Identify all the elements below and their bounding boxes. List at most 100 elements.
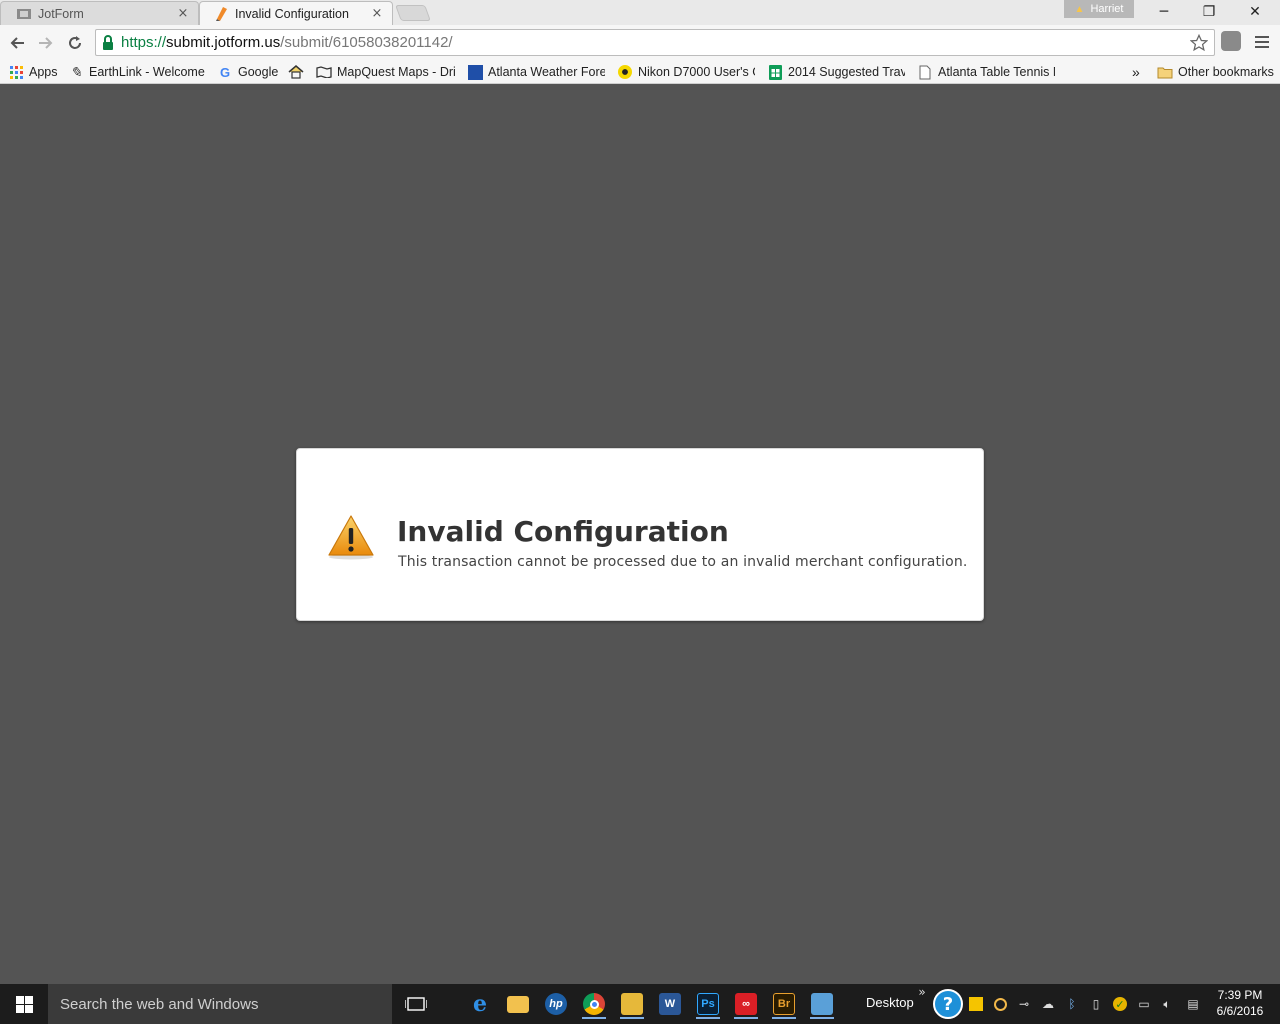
chrome-icon [583,993,605,1015]
help-icon: ? [933,989,963,1019]
error-title: Invalid Configuration [397,515,729,548]
chrome-menu-icon[interactable] [1252,33,1272,51]
desktop-toolbar-label[interactable]: Desktop [866,995,914,1010]
page-icon [917,64,933,80]
folder-icon [507,995,529,1013]
tray-notifications-icon[interactable]: ▤ [1184,994,1202,1014]
taskbar-search-box[interactable]: Search the web and Windows [48,984,392,1024]
page-content: Invalid Configuration This transaction c… [0,85,1280,984]
bookmark-label: Atlanta Table Tennis N [938,65,1055,79]
reload-button[interactable] [63,31,87,55]
bookmark-google[interactable]: G Google [217,63,278,81]
new-tab-button[interactable] [395,5,431,21]
close-window-button[interactable]: ✕ [1232,0,1278,24]
taskbar-edge[interactable]: e [465,989,495,1019]
mapquest-icon [316,64,332,80]
taskbar-file-explorer[interactable] [503,989,533,1019]
photo-app-icon [621,993,643,1015]
bookmark-label: Atlanta Weather Forec [488,65,605,79]
tray-usb-icon[interactable]: ▯ [1087,994,1105,1014]
running-indicator [696,1017,720,1019]
running-indicator [620,1017,644,1019]
bookmark-label: Google [238,65,279,79]
minimize-button[interactable]: ─ [1141,0,1187,24]
bookmarks-bar: Apps ✎ EarthLink - Welcome t G Google Ma… [0,60,1280,84]
jotform-favicon-icon [17,7,31,21]
taskbar-creative-cloud[interactable]: ∞ [731,989,761,1019]
taskbar-app-yellow[interactable] [617,989,647,1019]
tab-invalid-configuration[interactable]: Invalid Configuration × [199,1,393,25]
tab-jotform[interactable]: JotForm × [0,1,199,25]
back-button[interactable] [5,31,29,55]
error-message: This transaction cannot be processed due… [398,554,968,570]
start-button[interactable] [0,984,48,1024]
taskbar-word[interactable]: W [655,989,685,1019]
bookmark-mapquest[interactable]: MapQuest Maps - Dri [316,63,456,81]
taskbar-chrome[interactable] [579,989,609,1019]
running-indicator [582,1017,606,1019]
tray-security-check-icon[interactable]: ✓ [1111,994,1129,1014]
taskbar-hp[interactable]: hp [541,989,571,1019]
bookmark-star-icon[interactable] [1190,34,1208,52]
tray-network-icon[interactable]: ▭ [1135,994,1153,1014]
url-text: https://submit.jotform.us/submit/6105803… [121,34,453,51]
bookmark-nikon[interactable]: Nikon D7000 User's G [617,63,755,81]
bookmark-travel[interactable]: 2014 Suggested Trave [767,63,905,81]
task-view-icon [405,997,427,1011]
help-button[interactable]: ? [932,988,964,1020]
bookmark-label: Apps [29,65,58,79]
tab-title: Invalid Configuration [235,6,349,21]
warning-icon [328,515,374,560]
tray-link-icon[interactable]: ⊸ [1015,994,1033,1014]
nikon-icon [617,64,633,80]
windows-logo-icon [15,995,33,1013]
browser-toolbar: https://submit.jotform.us/submit/6105803… [0,25,1280,60]
extension-icon[interactable] [1221,31,1241,51]
home-icon [288,64,304,80]
taskbar-photoshop[interactable]: Ps [693,989,723,1019]
tray-clock-app-icon[interactable] [991,994,1009,1014]
apps-grid-icon [8,64,24,80]
error-dialog: Invalid Configuration This transaction c… [296,448,984,621]
running-indicator [810,1017,834,1019]
bookmark-weather[interactable]: Atlanta Weather Forec [467,63,605,81]
tray-bluetooth-icon[interactable]: ᛒ [1063,994,1081,1014]
tab-close-icon[interactable]: × [370,6,384,21]
tray-norton-icon[interactable] [967,994,985,1014]
arrow-right-icon [39,37,53,49]
bookmark-home[interactable] [288,63,309,81]
profile-name: Harriet [1090,3,1124,15]
hp-icon: hp [545,993,567,1015]
taskbar-app-blue[interactable] [807,989,837,1019]
bookmark-label: MapQuest Maps - Dri [337,65,456,79]
bookmark-earthlink[interactable]: ✎ EarthLink - Welcome t [68,63,206,81]
other-bookmarks[interactable]: Other bookmarks [1157,63,1274,81]
running-indicator [772,1017,796,1019]
restore-button[interactable]: ❐ [1186,0,1232,24]
tray-onedrive-icon[interactable]: ☁ [1039,994,1057,1014]
control-panel-icon [811,993,833,1015]
bridge-icon: Br [773,993,795,1015]
bookmark-apps[interactable]: Apps [8,63,58,81]
earthlink-icon: ✎ [70,63,82,80]
word-icon: W [659,993,681,1015]
tab-close-icon[interactable]: × [176,6,190,21]
task-view-button[interactable] [401,989,431,1019]
profile-button[interactable]: ▲ Harriet [1064,0,1134,18]
forward-button[interactable] [34,31,58,55]
taskbar-clock[interactable]: 7:39 PM 6/6/2016 [1208,987,1272,1019]
warning-small-icon: ▲ [1074,3,1085,15]
address-bar[interactable]: https://submit.jotform.us/submit/6105803… [95,29,1215,56]
bookmark-label: Nikon D7000 User's G [638,65,755,79]
jotform-pencil-icon [214,6,228,21]
bookmark-label: EarthLink - Welcome t [89,65,206,79]
taskbar-bridge[interactable]: Br [769,989,799,1019]
bookmarks-overflow-button[interactable]: » [1132,63,1140,81]
windows-taskbar: Search the web and Windows e hp W Ps ∞ B… [0,984,1280,1024]
running-indicator [734,1017,758,1019]
weather-icon [467,64,483,80]
bookmark-table-tennis[interactable]: Atlanta Table Tennis N [917,63,1055,81]
tray-volume-icon[interactable]: 🔈︎ [1158,994,1176,1014]
desktop-overflow[interactable]: » [913,985,931,999]
tab-title: JotForm [38,6,84,21]
